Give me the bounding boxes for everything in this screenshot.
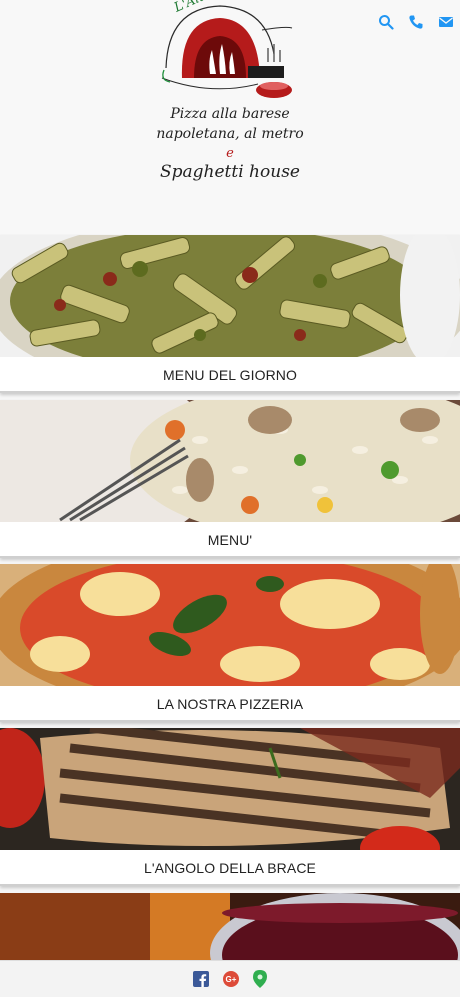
pizza-image: [0, 564, 460, 686]
map-pin-icon[interactable]: [253, 970, 267, 988]
risotto-image: [0, 400, 460, 522]
menu-card-brace[interactable]: L'ANGOLO DELLA BRACE: [0, 728, 460, 886]
card-label[interactable]: MENU': [0, 522, 460, 558]
logo-tagline-line3: e: [226, 146, 234, 161]
google-plus-icon[interactable]: G+: [223, 971, 239, 987]
pesto-pasta-image: [0, 235, 460, 357]
card-divider: [0, 720, 460, 722]
card-label[interactable]: L'ANGOLO DELLA BRACE: [0, 850, 460, 886]
restaurant-logo[interactable]: L'Altra Bari Napoli Pizza alla barese na…: [150, 0, 310, 200]
card-label[interactable]: LA NOSTRA PIZZERIA: [0, 686, 460, 722]
logo-tagline-line1: Pizza alla barese: [170, 106, 290, 122]
footer-social-bar: G+: [0, 960, 460, 997]
card-divider: [0, 391, 460, 393]
menu-card-menu[interactable]: MENU': [0, 400, 460, 558]
logo-tagline-line4: Spaghetti house: [160, 162, 300, 182]
phone-icon[interactable]: [408, 14, 424, 30]
header-actions: [378, 14, 454, 30]
wine-image: [0, 893, 460, 960]
search-icon[interactable]: [378, 14, 394, 30]
card-label[interactable]: MENU DEL GIORNO: [0, 357, 460, 393]
card-divider: [0, 556, 460, 558]
facebook-icon[interactable]: [193, 971, 209, 987]
menu-card-pizzeria[interactable]: LA NOSTRA PIZZERIA: [0, 564, 460, 722]
logo-tagline-line2: napoletana, al metro: [156, 126, 304, 142]
mail-icon[interactable]: [438, 14, 454, 30]
header: L'Altra Bari Napoli Pizza alla barese na…: [0, 0, 460, 234]
grilled-steak-image: [0, 728, 460, 850]
menu-card-menu-del-giorno[interactable]: MENU DEL GIORNO: [0, 235, 460, 393]
svg-text:G+: G+: [226, 975, 237, 984]
menu-card-partial[interactable]: [0, 893, 460, 960]
card-divider: [0, 884, 460, 886]
